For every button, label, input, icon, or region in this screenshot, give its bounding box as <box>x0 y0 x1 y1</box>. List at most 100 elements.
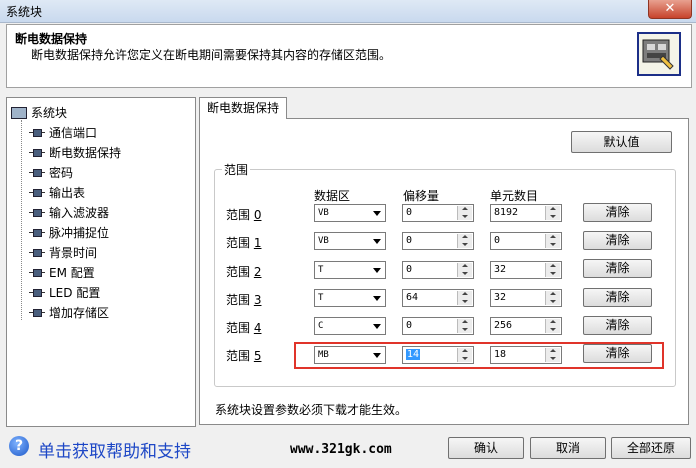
tree-item-label: 增加存储区 <box>49 306 110 320</box>
offset-spinner-0[interactable]: 0 <box>402 204 474 222</box>
window-title: 系统块 <box>6 5 43 19</box>
tree-item-add-memory[interactable]: 增加存储区 <box>29 304 109 321</box>
count-value: 32 <box>494 264 507 275</box>
chevron-down-icon[interactable] <box>370 319 384 333</box>
spin-up-icon[interactable] <box>457 319 472 326</box>
close-button[interactable]: ✕ <box>648 0 692 19</box>
header-description: 断电数据保持允许您定义在断电期间需要保持其内容的存储区范围。 <box>31 48 392 62</box>
area-value: VB <box>318 236 329 246</box>
count-spinner-4[interactable]: 256 <box>490 317 562 335</box>
ok-button[interactable]: 确认 <box>448 437 524 459</box>
cancel-button[interactable]: 取消 <box>530 437 606 459</box>
clear-button-2[interactable]: 清除 <box>583 259 652 278</box>
offset-value: 64 <box>406 292 419 303</box>
tree-item-em-config[interactable]: EM 配置 <box>29 264 95 281</box>
range-index: 0 <box>253 208 262 222</box>
count-value: 8192 <box>494 207 519 218</box>
offset-value: 0 <box>406 264 413 275</box>
navigation-tree: 系统块 通信端口 断电数据保持 密码 输出表 输入滤波器 脉冲捕捉位 背景时间 … <box>6 97 196 427</box>
tree-item-label: EM 配置 <box>49 266 95 280</box>
count-spinner-3[interactable]: 32 <box>490 289 562 307</box>
area-select-4[interactable]: C <box>314 317 386 335</box>
spin-down-icon[interactable] <box>545 298 560 305</box>
area-value: T <box>318 265 324 275</box>
count-spinner-0[interactable]: 8192 <box>490 204 562 222</box>
download-note: 系统块设置参数必须下载才能生效。 <box>215 403 408 417</box>
reset-all-button[interactable]: 全部还原 <box>611 437 691 459</box>
tree-item-label: 脉冲捕捉位 <box>49 226 110 240</box>
count-spinner-1[interactable]: 0 <box>490 232 562 250</box>
retentive-memory-icon <box>637 32 681 76</box>
chevron-down-icon[interactable] <box>370 234 384 248</box>
spin-up-icon[interactable] <box>545 234 560 241</box>
spin-down-icon[interactable] <box>545 270 560 277</box>
spin-up-icon[interactable] <box>545 206 560 213</box>
count-value: 256 <box>494 320 513 331</box>
count-spinner-2[interactable]: 32 <box>490 261 562 279</box>
default-button[interactable]: 默认值 <box>571 131 672 153</box>
spin-up-icon[interactable] <box>457 206 472 213</box>
spin-down-icon[interactable] <box>457 298 472 305</box>
column-header-area: 数据区 <box>314 189 351 203</box>
clear-button-1[interactable]: 清除 <box>583 231 652 250</box>
range-label-text: 范围 <box>226 349 251 363</box>
spin-up-icon[interactable] <box>457 234 472 241</box>
area-select-2[interactable]: T <box>314 261 386 279</box>
tree-item-pulse-catch[interactable]: 脉冲捕捉位 <box>29 224 109 241</box>
tree-item-label: 输出表 <box>49 186 86 200</box>
spin-down-icon[interactable] <box>457 326 472 333</box>
range-label-0: 范围 0 <box>226 206 261 223</box>
tree-item-password[interactable]: 密码 <box>29 164 73 181</box>
tree-item-background-time[interactable]: 背景时间 <box>29 244 97 261</box>
help-icon[interactable]: ? <box>9 436 29 456</box>
spin-down-icon[interactable] <box>457 270 472 277</box>
range-label-3: 范围 3 <box>226 291 261 308</box>
tree-item-retentive[interactable]: 断电数据保持 <box>29 144 121 161</box>
offset-spinner-1[interactable]: 0 <box>402 232 474 250</box>
spin-up-icon[interactable] <box>545 319 560 326</box>
area-value: C <box>318 321 324 331</box>
spin-down-icon[interactable] <box>457 213 472 220</box>
spin-up-icon[interactable] <box>545 291 560 298</box>
range-label-4: 范围 4 <box>226 319 261 336</box>
chevron-down-icon[interactable] <box>370 291 384 305</box>
clear-button-4[interactable]: 清除 <box>583 316 652 335</box>
spin-up-icon[interactable] <box>545 263 560 270</box>
column-header-offset: 偏移量 <box>403 189 440 203</box>
range-label-text: 范围 <box>226 293 251 307</box>
chevron-down-icon[interactable] <box>370 263 384 277</box>
help-link[interactable]: 单击获取帮助和支持 <box>38 437 191 462</box>
spin-down-icon[interactable] <box>545 326 560 333</box>
offset-value: 0 <box>406 320 413 331</box>
spin-down-icon[interactable] <box>545 213 560 220</box>
tree-item-label: 背景时间 <box>49 246 98 260</box>
range-label-1: 范围 1 <box>226 234 261 251</box>
title-bar <box>0 0 696 23</box>
offset-spinner-4[interactable]: 0 <box>402 317 474 335</box>
offset-spinner-3[interactable]: 64 <box>402 289 474 307</box>
spin-up-icon[interactable] <box>457 291 472 298</box>
spin-down-icon[interactable] <box>545 241 560 248</box>
tree-item-output-table[interactable]: 输出表 <box>29 184 85 201</box>
column-header-count: 单元数目 <box>490 189 539 203</box>
chevron-down-icon[interactable] <box>370 206 384 220</box>
tree-item-label: LED 配置 <box>49 286 101 300</box>
offset-spinner-2[interactable]: 0 <box>402 261 474 279</box>
tree-item-input-filter[interactable]: 输入滤波器 <box>29 204 109 221</box>
range-index: 4 <box>253 321 262 335</box>
area-select-1[interactable]: VB <box>314 232 386 250</box>
area-select-0[interactable]: VB <box>314 204 386 222</box>
tree-item-led-config[interactable]: LED 配置 <box>29 284 100 301</box>
area-select-3[interactable]: T <box>314 289 386 307</box>
tree-item-comm-port[interactable]: 通信端口 <box>29 124 97 141</box>
spin-up-icon[interactable] <box>457 263 472 270</box>
range-label-text: 范围 <box>226 236 251 250</box>
clear-button-0[interactable]: 清除 <box>583 203 652 222</box>
module-icon <box>29 208 45 217</box>
tree-item-label: 断电数据保持 <box>49 146 122 160</box>
tree-root-system-block[interactable]: 系统块 <box>11 104 67 121</box>
tab-retentive[interactable]: 断电数据保持 <box>199 97 287 119</box>
module-icon <box>29 148 45 157</box>
spin-down-icon[interactable] <box>457 241 472 248</box>
clear-button-3[interactable]: 清除 <box>583 288 652 307</box>
